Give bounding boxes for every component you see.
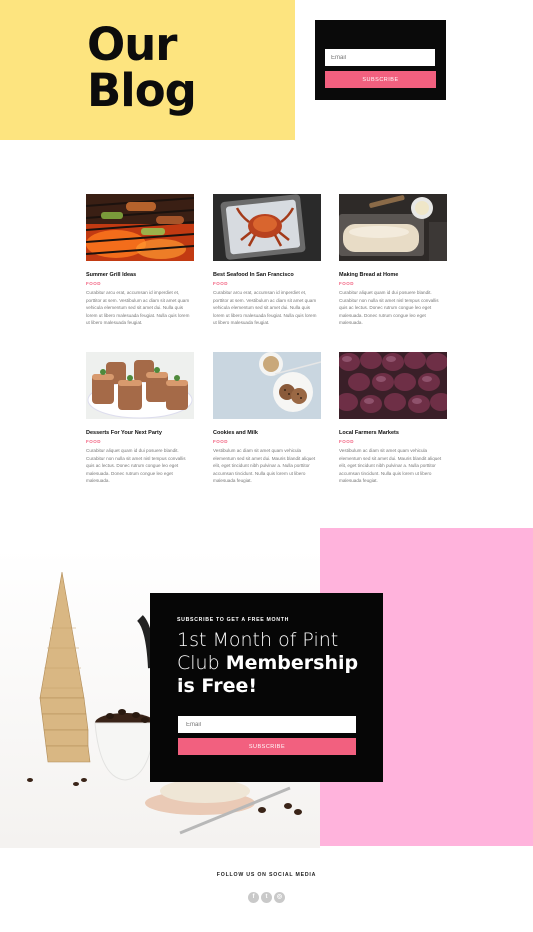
bread-image[interactable] (339, 194, 447, 261)
follow-us-text: FOLLOW US ON SOCIAL MEDIA (216, 872, 317, 878)
header-subscribe-button[interactable]: SUBSCRIBE (325, 71, 436, 88)
instagram-icon[interactable]: ◎ (274, 892, 285, 903)
page-title-line1: Our (87, 18, 177, 71)
blog-card-farmers-market[interactable]: Local Farmers Markets FOOD Vestibulum ac… (339, 352, 447, 485)
promo-headline: 1st Month of Pint Club Membership is Free… (177, 629, 377, 698)
promo-email-input[interactable] (178, 716, 356, 733)
post-category[interactable]: FOOD (213, 279, 321, 289)
post-excerpt: Curabitur aliquet quam id dui posuere bl… (339, 290, 439, 326)
header-subscribe-box: SUBSCRIBE (315, 20, 446, 100)
post-excerpt: Vestibulum ac diam sit amet quam vehicul… (213, 448, 316, 484)
post-title[interactable]: Cookies and Milk (213, 429, 321, 437)
post-title[interactable]: Local Farmers Markets (339, 429, 447, 437)
post-category[interactable]: FOOD (339, 279, 447, 289)
promo-subscribe-box: SUBSCRIBE TO GET A FREE MONTH 1st Month … (150, 593, 383, 782)
blog-card-desserts[interactable]: Desserts For Your Next Party FOOD Curabi… (86, 352, 194, 485)
blog-card-seafood[interactable]: Best Seafood In San Francisco FOOD Curab… (213, 194, 321, 327)
cookies-image[interactable] (213, 352, 321, 419)
seafood-image[interactable] (213, 194, 321, 261)
post-category[interactable]: FOOD (86, 279, 194, 289)
post-category[interactable]: FOOD (339, 437, 447, 447)
blog-card-cookies[interactable]: Cookies and Milk FOOD Vestibulum ac diam… (213, 352, 321, 485)
promo-headline-bold-2: is Free! (177, 675, 258, 697)
blog-card-bread[interactable]: Making Bread at Home FOOD Curabitur aliq… (339, 194, 447, 327)
twitter-icon[interactable]: t (261, 892, 272, 903)
post-category[interactable]: FOOD (213, 437, 321, 447)
promo-headline-bold-1: Membership (225, 652, 359, 674)
post-title[interactable]: Making Bread at Home (339, 271, 447, 279)
page-title-line2: Blog (87, 64, 197, 117)
facebook-icon[interactable]: f (248, 892, 259, 903)
post-excerpt: Curabitur aliquet quam id dui posuere bl… (86, 448, 186, 484)
promo-subscribe-button[interactable]: SUBSCRIBE (178, 738, 356, 755)
post-title[interactable]: Desserts For Your Next Party (86, 429, 194, 437)
post-category[interactable]: FOOD (86, 437, 194, 447)
post-title[interactable]: Best Seafood In San Francisco (213, 271, 321, 279)
promo-kicker: SUBSCRIBE TO GET A FREE MONTH (177, 617, 290, 623)
post-excerpt: Curabitur arcu erat, accumsan id imperdi… (86, 290, 190, 326)
header-email-input[interactable] (325, 49, 435, 66)
blog-card-summer-grill[interactable]: Summer Grill Ideas FOOD Curabitur arcu e… (86, 194, 194, 327)
post-title[interactable]: Summer Grill Ideas (86, 271, 194, 279)
page-title: Our Blog (87, 22, 287, 114)
summer-grill-image[interactable] (86, 194, 194, 261)
desserts-image[interactable] (86, 352, 194, 419)
post-excerpt: Vestibulum ac diam sit amet quam vehicul… (339, 448, 442, 484)
post-excerpt: Curabitur arcu erat, accumsan id imperdi… (213, 290, 317, 326)
farmers-market-image[interactable] (339, 352, 447, 419)
